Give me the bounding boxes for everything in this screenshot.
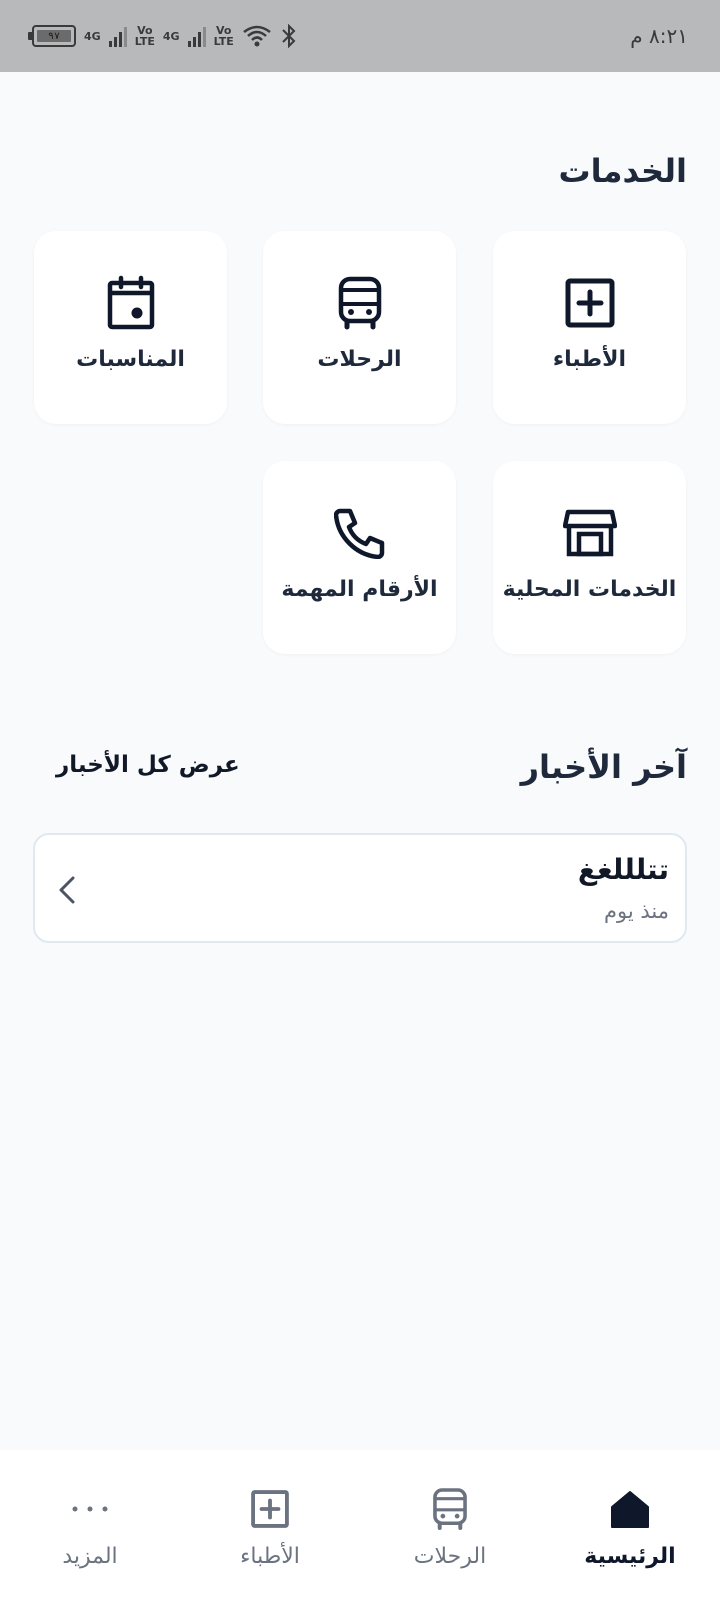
status-time: ٨:٢١ م	[630, 24, 688, 48]
bus-icon	[332, 275, 388, 331]
network-type: 4G	[162, 29, 180, 43]
service-card-important-numbers[interactable]: الأرقام المهمة	[263, 461, 456, 654]
medical-plus-icon	[247, 1486, 293, 1532]
bluetooth-icon	[282, 24, 296, 48]
status-bar: ٩٧ 4G Vo LTE 4G Vo LTE ٨:٢١ م	[0, 0, 720, 72]
news-list-item[interactable]: تتلللغغ منذ يوم	[33, 833, 687, 943]
volte-label: Vo LTE	[213, 24, 234, 48]
news-item-title: تتلللغغ	[577, 853, 669, 886]
nav-item-more[interactable]: المزيد	[20, 1450, 160, 1611]
bottom-nav: الرئيسية الرحلات الأطباء المزيد	[0, 1450, 720, 1611]
nav-label: الأطباء	[240, 1544, 300, 1569]
nav-label: الرئيسية	[584, 1544, 676, 1569]
signal-icon	[108, 25, 127, 47]
medical-plus-icon	[562, 275, 618, 331]
nav-item-doctors[interactable]: الأطباء	[200, 1450, 340, 1611]
service-label: المناسبات	[76, 347, 185, 372]
service-card-events[interactable]: المناسبات	[34, 231, 227, 424]
calendar-event-icon	[103, 275, 159, 331]
news-title: آخر الأخبار	[520, 748, 687, 786]
service-card-trips[interactable]: الرحلات	[263, 231, 456, 424]
home-icon	[607, 1486, 653, 1532]
service-card-local-services[interactable]: الخدمات المحلية	[493, 461, 686, 654]
nav-item-trips[interactable]: الرحلات	[380, 1450, 520, 1611]
store-icon	[562, 505, 618, 561]
chevron-left-icon	[59, 876, 75, 904]
more-dots-icon	[67, 1486, 113, 1532]
volte-label: Vo LTE	[134, 24, 155, 48]
status-icons: ٩٧ 4G Vo LTE 4G Vo LTE	[28, 24, 298, 48]
nav-item-home[interactable]: الرئيسية	[560, 1450, 700, 1611]
signal-icon	[187, 25, 206, 47]
wifi-icon	[243, 25, 271, 47]
nav-label: الرحلات	[413, 1544, 487, 1569]
battery-icon: ٩٧	[28, 25, 76, 47]
service-label: الخدمات المحلية	[502, 577, 677, 602]
services-title: الخدمات	[558, 152, 687, 190]
service-label: الأرقام المهمة	[281, 577, 438, 602]
service-label: الأطباء	[552, 347, 627, 372]
service-card-doctors[interactable]: الأطباء	[493, 231, 686, 424]
news-item-time: منذ يوم	[604, 899, 669, 923]
network-type: 4G	[84, 29, 101, 43]
service-label: الرحلات	[317, 347, 402, 372]
bus-icon	[427, 1486, 473, 1532]
nav-label: المزيد	[62, 1544, 118, 1569]
battery-level: ٩٧	[47, 30, 61, 42]
phone-icon	[332, 505, 388, 561]
view-all-news-button[interactable]: عرض كل الأخبار	[56, 752, 240, 778]
